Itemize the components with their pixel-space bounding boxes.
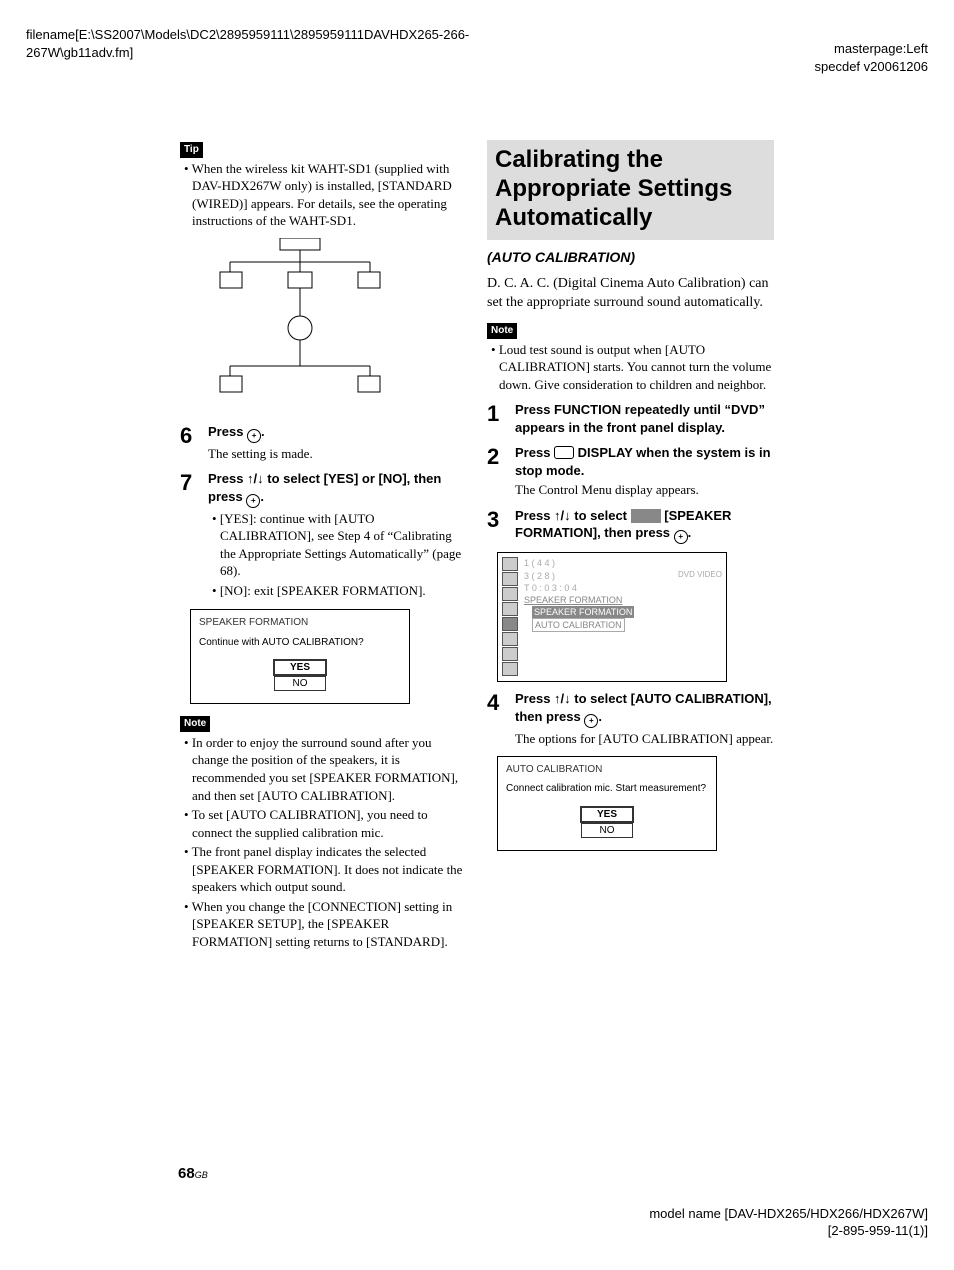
note-4: When you change the [CONNECTION] setting…: [180, 898, 467, 951]
step-2-instruction: Press DISPLAY when the system is in stop…: [515, 444, 774, 479]
tip-label: Tip: [180, 142, 203, 158]
footer-meta: model name [DAV-HDX265/HDX266/HDX267W] […: [649, 1205, 928, 1240]
step-4-instruction: Press ↑/↓ to select [AUTO CALIBRATION], …: [515, 690, 774, 728]
note-label: Note: [180, 716, 210, 732]
step-3-number: 3: [487, 507, 515, 531]
dialog-prompt: Continue with AUTO CALIBRATION?: [199, 636, 401, 650]
step-7-no: [NO]: exit [SPEAKER FORMATION].: [208, 582, 467, 600]
filename-line1: filename[E:\SS2007\Models\DC2\2895959111…: [26, 26, 469, 44]
step-3: 3 Press ↑/↓ to select [SPEAKER FORMATION…: [487, 507, 774, 545]
header-filename: filename[E:\SS2007\Models\DC2\2895959111…: [26, 26, 469, 61]
left-column: Tip When the wireless kit WAHT-SD1 (supp…: [180, 140, 467, 952]
speaker-formation-dialog: SPEAKER FORMATION Continue with AUTO CAL…: [190, 609, 410, 704]
section-subtitle: (AUTO CALIBRATION): [487, 248, 774, 267]
control-menu-display: 1 ( 4 4 ) 3 ( 2 8 ) DVD VIDEO T 0 : 0 3 …: [497, 552, 727, 682]
enter-icon: +: [584, 714, 598, 728]
step-7-yes: [YES]: continue with [AUTO CALIBRATION],…: [208, 510, 467, 580]
step-1-instruction: Press FUNCTION repeatedly until “DVD” ap…: [515, 401, 774, 436]
step-2: 2 Press DISPLAY when the system is in st…: [487, 444, 774, 499]
step-7: 7 Press ↑/↓ to select [YES] or [NO], the…: [180, 470, 467, 601]
step-2-number: 2: [487, 444, 515, 468]
masterpage: masterpage:Left: [815, 40, 928, 58]
menu-speaker-formation-1: SPEAKER FORMATION: [524, 594, 722, 606]
dialog-yes[interactable]: YES: [580, 806, 634, 823]
enter-icon: +: [674, 530, 688, 544]
note-label: Note: [487, 323, 517, 339]
menu-line-3: T 0 : 0 3 : 0 4: [524, 582, 722, 594]
step-4-result: The options for [AUTO CALIBRATION] appea…: [515, 730, 774, 748]
menu-auto-calibration[interactable]: AUTO CALIBRATION: [532, 618, 625, 632]
step-3-instruction: Press ↑/↓ to select [SPEAKER FORMATION],…: [515, 507, 774, 545]
header-meta: masterpage:Left specdef v20061206: [815, 40, 928, 75]
step-6-result: The setting is made.: [208, 445, 467, 463]
enter-icon: +: [247, 429, 261, 443]
step-4-number: 4: [487, 690, 515, 714]
enter-icon: +: [246, 494, 260, 508]
intro-text: D. C. A. C. (Digital Cinema Auto Calibra…: [487, 275, 774, 313]
menu-dvd-video: DVD VIDEO: [678, 570, 722, 582]
step-6-instruction: Press +.: [208, 423, 467, 443]
right-column: Calibrating the Appropriate Settings Aut…: [487, 140, 774, 952]
menu-line-2: 3 ( 2 8 ): [524, 570, 555, 582]
filename-line2: 267W\gb11adv.fm]: [26, 44, 469, 62]
step-2-result: The Control Menu display appears.: [515, 481, 774, 499]
dialog-prompt: Connect calibration mic. Start measureme…: [506, 782, 708, 796]
note-1: In order to enjoy the surround sound aft…: [180, 734, 467, 804]
note-3: The front panel display indicates the se…: [180, 843, 467, 896]
step-6-number: 6: [180, 423, 208, 447]
dialog-no[interactable]: NO: [274, 676, 326, 691]
step-4: 4 Press ↑/↓ to select [AUTO CALIBRATION]…: [487, 690, 774, 747]
step-7-number: 7: [180, 470, 208, 494]
speaker-formation-icon: [631, 509, 661, 523]
dialog-yes[interactable]: YES: [273, 659, 327, 676]
dialog-no[interactable]: NO: [581, 823, 633, 838]
auto-calibration-dialog: AUTO CALIBRATION Connect calibration mic…: [497, 756, 717, 851]
menu-speaker-formation-2[interactable]: SPEAKER FORMATION: [532, 606, 634, 618]
menu-icon-column: [502, 557, 518, 676]
page-number: 68GB: [178, 1164, 208, 1184]
tip-text: When the wireless kit WAHT-SD1 (supplied…: [180, 160, 467, 230]
model-name: model name [DAV-HDX265/HDX266/HDX267W]: [649, 1205, 928, 1223]
section-title: Calibrating the Appropriate Settings Aut…: [487, 140, 774, 240]
right-note-1: Loud test sound is output when [AUTO CAL…: [487, 341, 774, 394]
step-1: 1 Press FUNCTION repeatedly until “DVD” …: [487, 401, 774, 436]
menu-line-1: 1 ( 4 4 ): [524, 557, 722, 569]
dialog-title: SPEAKER FORMATION: [199, 616, 401, 630]
dialog-title: AUTO CALIBRATION: [506, 763, 708, 777]
speaker-layout-diagram: [210, 238, 390, 398]
note-2: To set [AUTO CALIBRATION], you need to c…: [180, 806, 467, 841]
document-code: [2-895-959-11(1)]: [649, 1222, 928, 1240]
display-icon: [554, 446, 574, 459]
specdef: specdef v20061206: [815, 58, 928, 76]
step-7-instruction: Press ↑/↓ to select [YES] or [NO], then …: [208, 470, 467, 508]
step-6: 6 Press +. The setting is made.: [180, 423, 467, 463]
step-1-number: 1: [487, 401, 515, 425]
